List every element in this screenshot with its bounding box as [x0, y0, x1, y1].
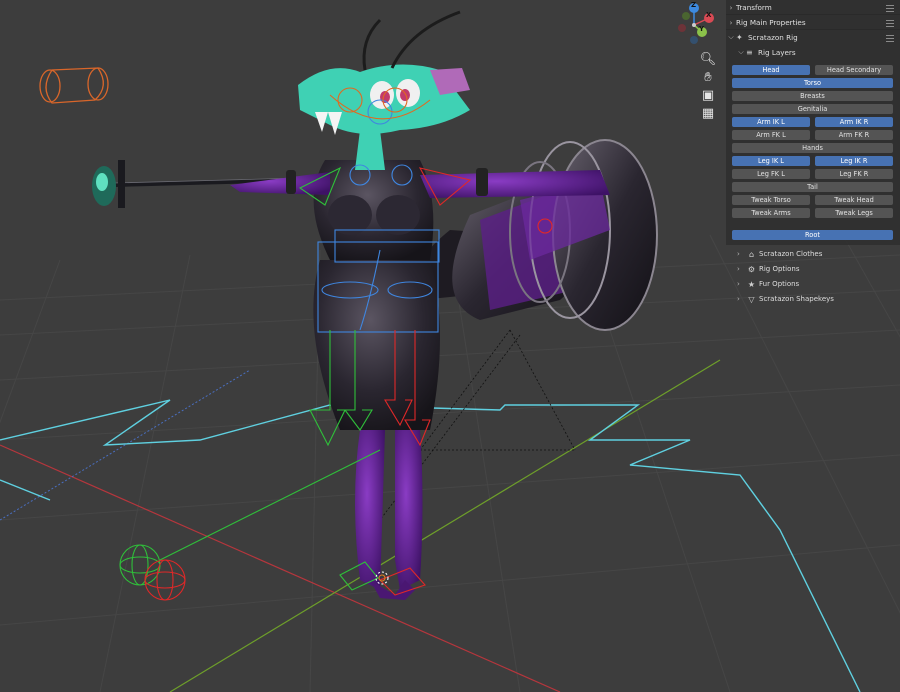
gear-icon: ⚙: [747, 264, 756, 274]
y-axis-line: [169, 359, 721, 692]
layer-button-leg-fk-r[interactable]: Leg FK R: [815, 169, 893, 179]
layer-button-arm-ik-r[interactable]: Arm IK R: [815, 117, 893, 127]
layer-button-arm-ik-l[interactable]: Arm IK L: [732, 117, 810, 127]
root-control-curve: [0, 399, 861, 692]
layer-button-breasts[interactable]: Breasts: [732, 91, 893, 101]
orange-link-control: [39, 67, 109, 104]
layer-button-genitalia[interactable]: Genitalia: [732, 104, 893, 114]
layer-button-leg-ik-l[interactable]: Leg IK L: [732, 156, 810, 166]
panel-header-rig-options[interactable]: › ⚙ Rig Options: [737, 262, 800, 276]
layer-button-leg-ik-r[interactable]: Leg IK R: [815, 156, 893, 166]
layer-button-tweak-legs[interactable]: Tweak Legs: [815, 208, 893, 218]
chevron-down-icon: ⌵: [728, 33, 734, 41]
navigation-gizmo[interactable]: Z X Y: [672, 0, 722, 52]
layer-button-tweak-torso[interactable]: Tweak Torso: [732, 195, 810, 205]
layer-button-arm-fk-r[interactable]: Arm FK R: [815, 130, 893, 140]
shapekey-icon: ▽: [748, 294, 755, 304]
chevron-right-icon: ›: [729, 3, 733, 12]
panel-header-scratazon-clothes[interactable]: › ⌂ Scratazon Clothes: [737, 247, 822, 261]
chevron-right-icon: ›: [737, 280, 740, 288]
hand-pan-icon: ✋︎: [704, 69, 712, 85]
chevron-right-icon: ›: [737, 265, 740, 273]
camera-icon: ▣: [701, 87, 715, 103]
panel-header-rig-main-properties[interactable]: › Rig Main Properties: [726, 15, 900, 30]
layer-button-tweak-arms[interactable]: Tweak Arms: [732, 208, 810, 218]
panel-header-transform[interactable]: › Transform: [726, 0, 900, 15]
panel-header-scratazon-shapekeys[interactable]: › ▽ Scratazon Shapekeys: [737, 292, 834, 306]
layer-button-hands[interactable]: Hands: [732, 143, 893, 153]
layer-button-tail[interactable]: Tail: [732, 182, 893, 192]
chevron-right-icon: ›: [737, 250, 740, 258]
layer-button-root[interactable]: Root: [732, 230, 893, 240]
drag-handle-icon[interactable]: [886, 20, 894, 27]
layer-button-torso[interactable]: Torso: [732, 78, 893, 88]
layers-icon: ≡: [746, 48, 753, 57]
helper-line: [0, 369, 251, 521]
gizmo-z-label: Z: [691, 1, 697, 9]
panel-header-scratazon-rig[interactable]: ⌵ ✦ Scratazon Rig: [726, 30, 900, 45]
layer-button-tweak-head[interactable]: Tweak Head: [815, 195, 893, 205]
gizmo-x-label: X: [706, 11, 712, 19]
zoom-icon: 🔍︎: [699, 51, 717, 67]
sidebar-panel: › Transform › Rig Main Properties ⌵ ✦ Sc…: [726, 0, 900, 245]
perspective-toggle-button[interactable]: ▦: [697, 102, 719, 124]
figure-icon: ★: [747, 279, 756, 289]
chevron-down-icon: ⌵: [738, 48, 744, 56]
layer-button-leg-fk-l[interactable]: Leg FK L: [732, 169, 810, 179]
layer-button-head[interactable]: Head: [732, 65, 810, 75]
drag-handle-icon[interactable]: [886, 5, 894, 12]
panel-header-rig-layers[interactable]: ⌵ ≡ Rig Layers: [736, 45, 900, 60]
shirt-icon: ⌂: [748, 249, 755, 259]
armature-icon: ✦: [736, 33, 743, 42]
layer-button-head-secondary[interactable]: Head Secondary: [815, 65, 893, 75]
x-axis-line: [0, 444, 561, 692]
gizmo-y-label: Y: [699, 25, 705, 33]
grid-view-icon: ▦: [701, 105, 715, 121]
drag-handle-icon[interactable]: [886, 35, 894, 42]
character-mesh: [230, 10, 610, 600]
chevron-right-icon: ›: [729, 18, 733, 27]
hammer-prop: [414, 139, 658, 331]
chevron-right-icon: ›: [737, 295, 740, 303]
panel-header-fur-options[interactable]: › ★ Fur Options: [737, 277, 799, 291]
layer-button-arm-fk-l[interactable]: Arm FK L: [732, 130, 810, 140]
